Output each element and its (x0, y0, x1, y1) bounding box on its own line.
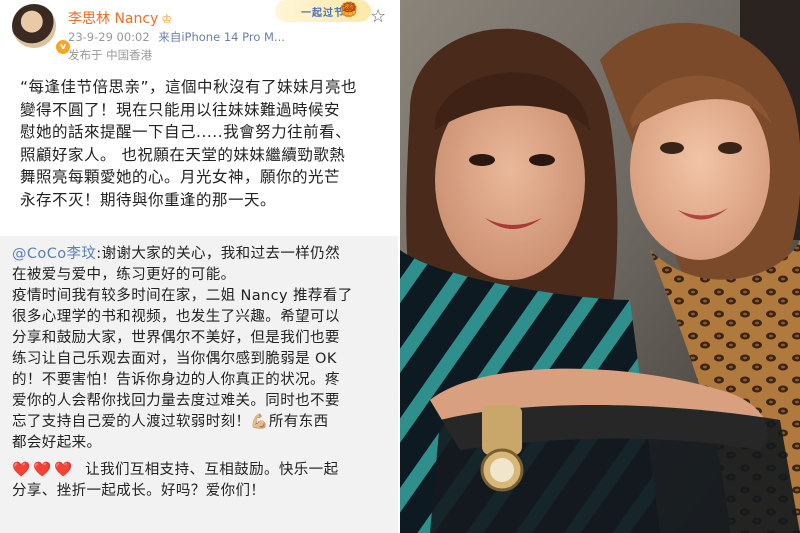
comment-line: 分享、挫折一起成长。好吗？爱你们！ (12, 483, 266, 499)
badge-text: 一起过节 (301, 7, 345, 19)
post-location: 发布于 中国香港 (68, 48, 153, 62)
comment-line: 练习让自己乐观去面对，当你偶尔感到脆弱是 OK (12, 351, 337, 367)
retweet-quote-box[interactable]: @CoCo李玟:谢谢大家的关心，我和过去一样仍然 在被爱与爱中，练习更好的可能。… (0, 236, 398, 533)
comment-line: 爱你的人会帮你找回力量去度过难关。同时也不要 (12, 393, 340, 409)
comment-text: 忘了支持自己爱的人渡过软弱时刻！ (12, 414, 251, 430)
comment-line: 忘了支持自己爱的人渡过软弱时刻！💪🏼所有东西 (12, 412, 388, 433)
post-timestamp: 23-9-29 00:02 (68, 30, 150, 44)
post-username[interactable]: 李思林 Nancy ♔ (68, 8, 172, 28)
comment-line: 的！不要害怕！告诉你身边的人你真正的状况。疼 (12, 372, 340, 388)
post-line: “每逢佳节倍思亲”，這個中秋沒有了妹妹月亮也 (20, 78, 358, 96)
star-outline-icon[interactable]: ☆ (370, 6, 386, 27)
post-line: 永存不灭！期待與你重逢的那一天。 (20, 190, 277, 209)
two-women-photo (400, 0, 800, 533)
quoted-comment: @CoCo李玟:谢谢大家的关心，我和过去一样仍然 在被爱与爱中，练习更好的可能。… (12, 244, 388, 502)
post-body: “每逢佳节倍思亲”，這個中秋沒有了妹妹月亮也 變得不圓了！現在只能用以往妹妹難過… (20, 76, 392, 211)
post-line: 照顧好家人。 也祝願在天堂的妹妹繼續勁歌熱 (20, 145, 346, 164)
crown-icon: ♔ (161, 12, 173, 26)
post-line: 舞照亮每顆愛她的心。月光女神，願你的光芒 (20, 168, 341, 186)
post-meta: 23-9-29 00:02 来自iPhone 14 Pro M... (68, 29, 290, 45)
comment-line: 很多心理学的书和视频，也发生了兴趣。希望可以 (12, 309, 340, 325)
avatar[interactable]: v (12, 4, 72, 56)
comment-text: 所有东西 (268, 414, 329, 430)
mention-link[interactable]: @CoCo李玟 (12, 246, 96, 262)
comment-text: :谢谢大家的关心，我和过去一样仍然 (96, 246, 340, 262)
comment-line: 分享和鼓励大家，世界偶尔不美好，但是我们也要 (12, 330, 340, 346)
comment-text: 让我们互相支持、互相鼓励。快乐一起 (85, 462, 339, 478)
comment-line: 疫情时间我有较多时间在家，二姐 Nancy 推荐看了 (12, 288, 353, 304)
comment-line: ❤️❤️❤️ 让我们互相支持、互相鼓励。快乐一起 (12, 460, 388, 481)
username-text[interactable]: 李思林 Nancy (68, 11, 158, 27)
heart-emoji-group: ❤️❤️❤️ (12, 462, 76, 478)
muscle-emoji: 💪🏼 (250, 414, 269, 430)
comment-line: @CoCo李玟:谢谢大家的关心，我和过去一样仍然 (12, 244, 388, 265)
comment-line: 都会好起来。 (12, 435, 102, 451)
post-source[interactable]: 来自iPhone 14 Pro M... (158, 30, 285, 44)
photo-panel (400, 0, 800, 533)
comment-line: 在被爱与爱中，练习更好的可能。 (12, 267, 236, 283)
weibo-post-panel: v 李思林 Nancy ♔ 23-9-29 00:02 来自iPhone 14 P… (0, 0, 398, 533)
mooncake-icon: 🥮 (340, 2, 358, 18)
post-line: 變得不圓了！現在只能用以往妹妹難過時候安 (20, 100, 341, 119)
post-line: 慰她的話來提醒一下自己.....我會努力往前看、 (20, 123, 352, 141)
